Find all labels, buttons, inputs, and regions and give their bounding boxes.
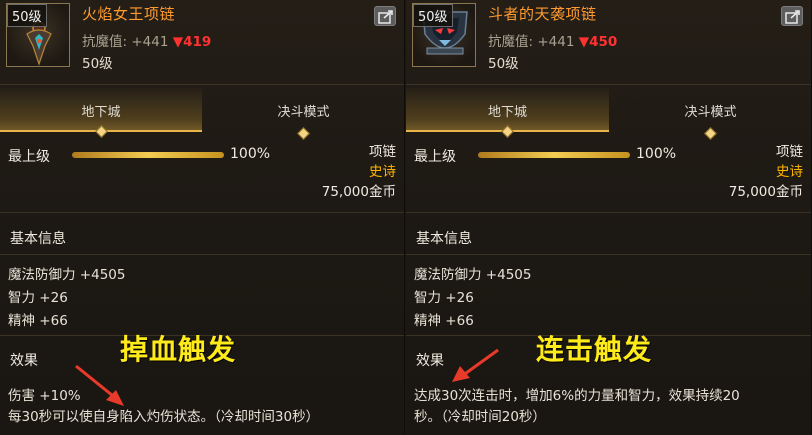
right-item-tooltip: 50级 斗者的天袭项链 抗魔值: +441 ▼450 50级 地下城 决斗模式 … [406,0,812,435]
effect-line: 伤害 +10% [8,388,81,404]
stat-label: 抗魔值: +441 [488,34,575,50]
effect-title: 效果 [10,353,38,369]
stat-delta-down: ▼419 [172,34,212,50]
grade-progress-fill [478,152,630,158]
effect-line: 秒。（冷却时间20秒） [414,409,546,425]
grade-label: 最上级 [414,149,456,165]
basic-info-title: 基本信息 [416,231,472,247]
magic-resist-stat: 抗魔值: +441 ▼419 [82,30,211,50]
item-level: 50级 [82,56,113,72]
stat-magic-defense: 魔法防御力 +4505 [8,267,126,283]
tab-label: 地下城 [487,105,527,120]
tab-dungeon[interactable]: 地下城 [406,88,609,138]
stat-spirit: 精神 +66 [8,313,68,329]
item-meta: 项链 史诗 75,000金币 [729,142,803,202]
diamond-gem-icon [704,127,717,140]
fighter-necklace-icon: 50级 [412,3,476,67]
diamond-gem-icon [501,125,514,138]
annotation-label: 连击触发 [536,333,653,366]
effect-title: 效果 [416,353,444,369]
share-icon[interactable] [374,6,396,26]
grade-progress-bar [478,152,630,158]
item-name: 火焰女王项链 [82,5,176,23]
stat-intelligence: 智力 +26 [414,290,474,306]
left-item-tooltip: 50级 火焰女王项链 抗魔值: +441 ▼419 50级 地下城 决斗模式 最… [0,0,405,435]
slot-type: 项链 [776,144,803,160]
tab-label: 决斗模式 [684,105,737,120]
effect-line: 达成30次连击时，增加6%的力量和智力，效果持续20 [414,388,740,404]
share-icon[interactable] [781,6,803,26]
grade-percent: 100% [230,146,271,162]
divider [406,212,811,213]
price: 75,000金币 [321,184,396,200]
price: 75,000金币 [728,184,803,200]
effect-text: 达成30次连击时，增加6%的力量和智力，效果持续20 秒。（冷却时间20秒） [414,386,803,428]
grade-progress-fill [72,152,224,158]
basic-info-title: 基本信息 [10,231,66,247]
stat-intelligence: 智力 +26 [8,290,68,306]
stat-magic-defense: 魔法防御力 +4505 [414,267,532,283]
tooltip-header: 50级 火焰女王项链 抗魔值: +441 ▼419 50级 [0,0,404,84]
annotation-label: 掉血触发 [120,333,237,366]
magic-resist-stat: 抗魔值: +441 ▼450 [488,30,617,50]
tooltip-header: 50级 斗者的天袭项链 抗魔值: +441 ▼450 50级 [406,0,811,84]
red-arrow-icon [75,364,124,406]
tab-duel[interactable]: 决斗模式 [609,88,811,140]
item-name: 斗者的天袭项链 [488,5,597,23]
divider [406,254,811,255]
tab-dungeon[interactable]: 地下城 [0,88,202,138]
divider [0,212,404,213]
effect-line: 每30秒可以使自身陷入灼伤状态。（冷却时间30秒） [8,409,320,425]
divider [0,84,404,85]
flame-queen-necklace-icon: 50级 [6,3,70,67]
rarity: 史诗 [776,164,803,180]
tab-duel[interactable]: 决斗模式 [202,88,404,140]
grade-percent: 100% [636,146,677,162]
slot-type: 项链 [369,144,396,160]
divider [0,254,404,255]
grade-row: 最上级 100% 项链 史诗 75,000金币 [0,140,404,210]
grade-label: 最上级 [8,149,50,165]
diamond-gem-icon [297,127,310,140]
red-arrow-icon [452,348,499,382]
grade-progress-bar [72,152,224,158]
stat-delta-down: ▼450 [578,34,618,50]
grade-row: 最上级 100% 项链 史诗 75,000金币 [406,140,811,210]
tab-label: 决斗模式 [277,105,330,120]
level-badge: 50级 [7,4,47,27]
rarity: 史诗 [369,164,396,180]
mode-tabs: 地下城 决斗模式 [406,88,811,140]
stat-spirit: 精神 +66 [414,313,474,329]
tab-label: 地下城 [81,105,121,120]
effect-text: 伤害 +10% 每30秒可以使自身陷入灼伤状态。（冷却时间30秒） [8,386,396,428]
mode-tabs: 地下城 决斗模式 [0,88,404,140]
divider [406,84,811,85]
item-meta: 项链 史诗 75,000金币 [322,142,396,202]
stat-label: 抗魔值: +441 [82,34,169,50]
item-level: 50级 [488,56,519,72]
diamond-gem-icon [94,125,108,138]
level-badge: 50级 [413,4,453,27]
